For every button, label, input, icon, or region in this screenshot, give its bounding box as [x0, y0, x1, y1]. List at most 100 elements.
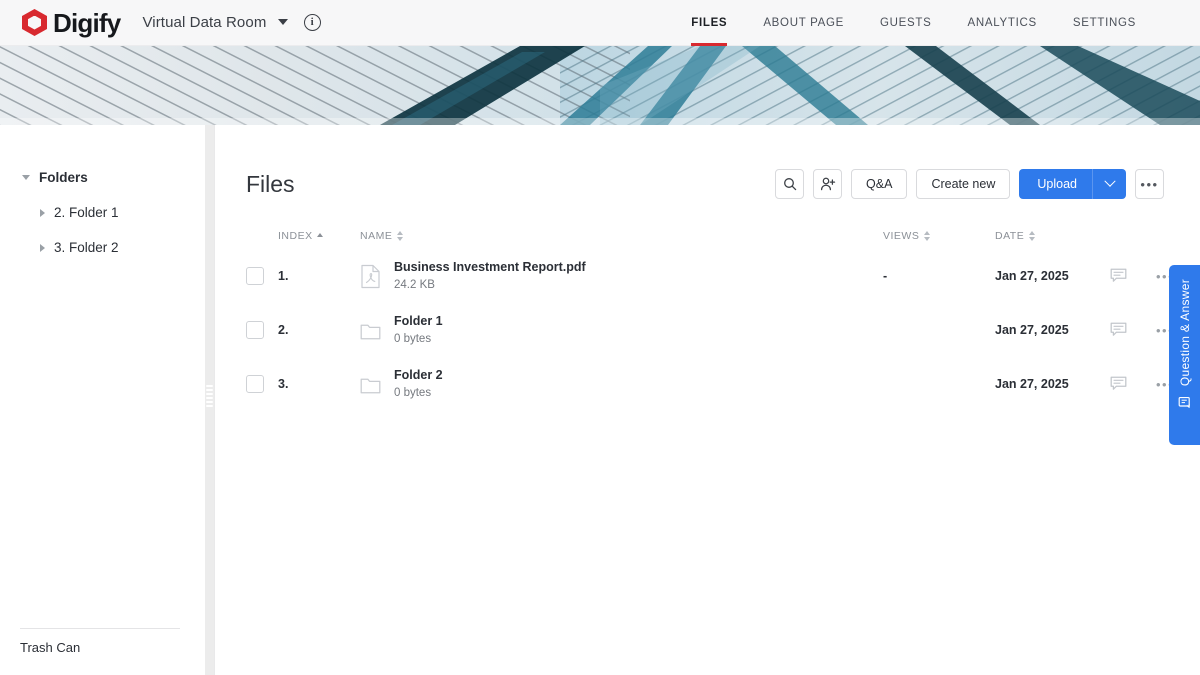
sidebar-folders-root[interactable]: Folders	[22, 170, 205, 185]
page-title: Files	[246, 170, 295, 197]
sidebar-folders-label: Folders	[39, 170, 88, 185]
question-answer-tab[interactable]: Question & Answer	[1169, 265, 1200, 445]
trash-can-label: Trash Can	[20, 640, 81, 655]
tab-analytics-label: ANALYTICS	[967, 16, 1037, 29]
search-button[interactable]	[775, 169, 805, 199]
qa-button[interactable]: Q&A	[851, 169, 908, 199]
sidebar-item-folder-2[interactable]: 3. Folder 2	[40, 240, 205, 255]
table-row[interactable]: 2. Folder 1 0 bytes Jan 27, 2025 •••	[215, 303, 1200, 357]
create-new-label: Create new	[931, 177, 996, 191]
upload-label: Upload	[1037, 177, 1077, 191]
folder-icon	[360, 378, 381, 393]
row-date: Jan 27, 2025	[995, 323, 1069, 337]
tab-about-page[interactable]: ABOUT PAGE	[745, 0, 862, 46]
table-row[interactable]: 1. Business Investment Report.pdf 24.2 K…	[215, 249, 1200, 303]
row-checkbox[interactable]	[246, 267, 264, 285]
row-name-cell: Folder 1 0 bytes	[360, 313, 883, 348]
row-file-name: Folder 1	[394, 313, 443, 328]
brand-logo[interactable]: Digify	[22, 7, 121, 38]
row-name-cell: Folder 2 0 bytes	[360, 367, 883, 402]
info-icon[interactable]: i	[303, 14, 321, 31]
triangle-right-icon	[40, 208, 45, 217]
page-header: Files Q&A Create new Upload •••	[215, 125, 1200, 199]
row-comment-cell	[1110, 375, 1156, 394]
invite-guest-button[interactable]	[813, 169, 843, 199]
row-date: Jan 27, 2025	[995, 377, 1069, 391]
row-date: Jan 27, 2025	[995, 269, 1069, 283]
main-content: Files Q&A Create new Upload ••• INDEX NA…	[215, 125, 1200, 675]
row-checkbox[interactable]	[246, 375, 264, 393]
triangle-down-icon	[22, 175, 30, 180]
tab-guests[interactable]: GUESTS	[862, 0, 950, 46]
question-answer-label: Question & Answer	[1177, 279, 1192, 387]
header-views-label: VIEWS	[883, 230, 920, 242]
sidebar-resize-handle[interactable]	[206, 385, 213, 407]
header-index-label: INDEX	[278, 230, 313, 242]
top-bar: Digify Virtual Data Room i FILES ABOUT P…	[0, 0, 1200, 46]
sidebar-item-trash-can[interactable]: Trash Can	[20, 640, 80, 655]
row-file-size: 0 bytes	[394, 333, 432, 346]
row-index: 1.	[278, 269, 289, 283]
comment-icon[interactable]	[1110, 375, 1127, 391]
row-checkbox-cell	[246, 267, 278, 285]
header-views[interactable]: VIEWS	[883, 230, 995, 242]
create-new-button[interactable]: Create new	[916, 169, 1011, 199]
tab-settings[interactable]: SETTINGS	[1055, 0, 1154, 46]
app-root: Digify Virtual Data Room i FILES ABOUT P…	[0, 0, 1200, 675]
row-name-text-block: Business Investment Report.pdf 24.2 KB	[394, 259, 586, 294]
row-comment-cell	[1110, 267, 1156, 286]
chat-icon	[1178, 397, 1190, 409]
tab-files-label: FILES	[691, 16, 728, 29]
tab-about-page-label: ABOUT PAGE	[763, 16, 845, 29]
row-file-size: 24.2 KB	[394, 279, 435, 292]
search-icon	[783, 178, 796, 191]
sort-toggle-icon	[924, 231, 931, 242]
room-name-label: Virtual Data Room	[142, 14, 267, 31]
room-selector[interactable]: Virtual Data Room	[142, 14, 288, 31]
row-file-name: Business Investment Report.pdf	[394, 259, 586, 274]
comment-icon[interactable]	[1110, 267, 1127, 283]
triangle-right-icon	[40, 243, 45, 252]
qa-button-label: Q&A	[866, 177, 893, 191]
pdf-file-icon	[361, 264, 380, 288]
header-name-label: NAME	[360, 230, 393, 242]
primary-nav: FILES ABOUT PAGE GUESTS ANALYTICS SETTIN…	[673, 0, 1200, 46]
header-date-label: DATE	[995, 230, 1025, 242]
row-name-text-block: Folder 2 0 bytes	[394, 367, 443, 402]
more-options-button[interactable]: •••	[1135, 169, 1164, 199]
tab-files[interactable]: FILES	[673, 0, 745, 46]
row-file-size: 0 bytes	[394, 387, 432, 400]
row-index: 2.	[278, 323, 289, 337]
header-name[interactable]: NAME	[360, 230, 883, 242]
row-name-text-block: Folder 1 0 bytes	[394, 313, 443, 348]
header-date[interactable]: DATE	[995, 230, 1110, 242]
upload-dropdown-button[interactable]	[1093, 175, 1126, 188]
table-header-row: INDEX NAME VIEWS DATE	[215, 223, 1200, 249]
brand-wordmark: Digify	[53, 7, 121, 38]
toolbar: Q&A Create new Upload •••	[775, 169, 1164, 199]
banner-artwork	[0, 46, 1200, 125]
sidebar: Folders 2. Folder 1 3. Folder 2 Trash Ca…	[0, 125, 205, 675]
add-person-icon	[820, 177, 835, 191]
sort-toggle-icon	[397, 231, 404, 242]
sort-ascending-icon	[316, 233, 323, 237]
row-checkbox[interactable]	[246, 321, 264, 339]
sidebar-item-folder-1[interactable]: 2. Folder 1	[40, 205, 205, 220]
row-name-cell: Business Investment Report.pdf 24.2 KB	[360, 259, 883, 294]
row-checkbox-cell	[246, 375, 278, 393]
comment-icon[interactable]	[1110, 321, 1127, 337]
row-views: -	[883, 269, 888, 283]
sidebar-item-folder-1-label: 2. Folder 1	[54, 205, 119, 220]
row-checkbox-cell	[246, 321, 278, 339]
row-comment-cell	[1110, 321, 1156, 340]
upload-button[interactable]: Upload	[1019, 169, 1126, 199]
header-index[interactable]: INDEX	[278, 230, 360, 242]
files-table: INDEX NAME VIEWS DATE 1. Business Invest…	[215, 223, 1200, 411]
sidebar-divider	[20, 628, 180, 629]
table-row[interactable]: 3. Folder 2 0 bytes Jan 27, 2025 •••	[215, 357, 1200, 411]
info-glyph: i	[310, 16, 314, 28]
sidebar-item-folder-2-label: 3. Folder 2	[54, 240, 119, 255]
sort-toggle-icon	[1029, 231, 1036, 242]
row-index: 3.	[278, 377, 289, 391]
tab-analytics[interactable]: ANALYTICS	[950, 0, 1055, 46]
